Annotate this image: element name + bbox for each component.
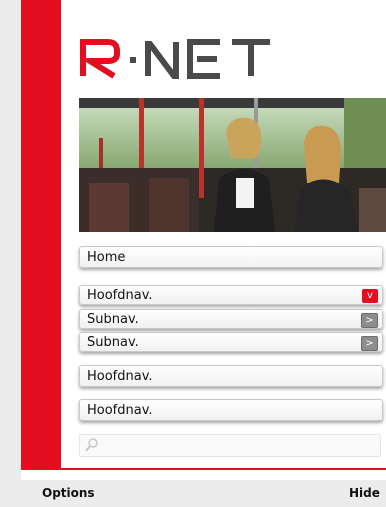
magnifier-icon — [85, 438, 98, 452]
device-screen: Home Hoofdnav. v Subnav. > Subnav. > Hoo… — [21, 0, 386, 480]
side-brand-bar — [21, 0, 61, 470]
menu-item-label: Home — [87, 250, 126, 265]
menu-item-hoofdnav-expanded[interactable]: Hoofdnav. v — [79, 285, 383, 305]
menu-item-hoofdnav[interactable]: Hoofdnav. — [79, 399, 383, 421]
menu-item-label: Hoofdnav. — [87, 403, 153, 418]
menu-item-subnav[interactable]: Subnav. > — [79, 332, 383, 352]
main-content: Home Hoofdnav. v Subnav. > Subnav. > Hoo… — [61, 0, 386, 468]
options-softkey[interactable]: Options — [42, 486, 95, 500]
chevron-right-icon[interactable]: > — [361, 336, 378, 351]
hero-photo — [79, 98, 386, 232]
search-input[interactable] — [79, 434, 381, 457]
menu-item-label: Hoofdnav. — [87, 288, 153, 303]
menu-item-label: Hoofdnav. — [87, 369, 153, 384]
menu-item-subnav[interactable]: Subnav. > — [79, 309, 383, 329]
menu-item-hoofdnav[interactable]: Hoofdnav. — [79, 365, 383, 387]
bottom-divider — [21, 468, 386, 470]
rnet-logo[interactable] — [80, 36, 340, 80]
chevron-right-icon[interactable]: > — [361, 313, 378, 328]
collapse-chevron-icon[interactable]: v — [362, 289, 378, 303]
softkey-bar: Options Hide — [0, 480, 386, 507]
hide-softkey[interactable]: Hide — [349, 486, 380, 500]
menu-item-label: Subnav. — [87, 335, 139, 350]
menu-item-label: Subnav. — [87, 312, 139, 327]
menu-item-home[interactable]: Home — [79, 246, 383, 268]
